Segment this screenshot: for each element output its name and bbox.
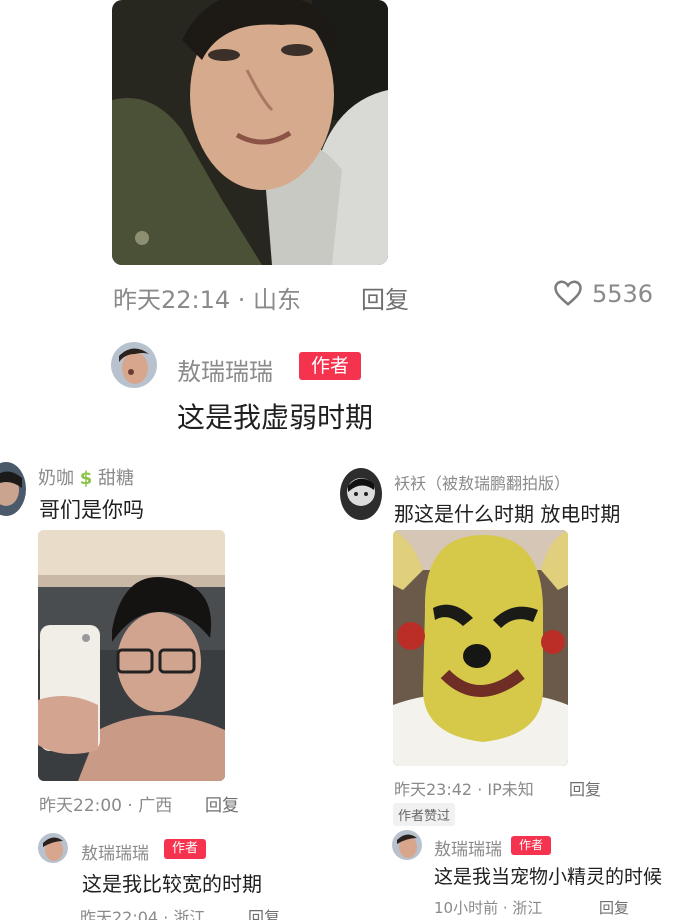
- dollar-badge-icon: $: [79, 468, 93, 489]
- heart-icon: [554, 280, 582, 306]
- author-reply-text: 这是我虚弱时期: [177, 401, 374, 434]
- avatar[interactable]: [392, 830, 422, 860]
- avatar-image: [340, 468, 382, 520]
- comment-photo-mirror-selfie[interactable]: [38, 530, 225, 781]
- avatar[interactable]: [340, 468, 382, 520]
- avatar-image: [111, 342, 157, 388]
- author-name[interactable]: 敖瑞瑞瑞: [434, 835, 502, 860]
- author-name[interactable]: 敖瑞瑞瑞: [81, 839, 149, 864]
- author-reply-text: 这是我比较宽的时期: [82, 872, 262, 896]
- reply-button[interactable]: 回复: [569, 776, 601, 800]
- reply-button[interactable]: 回复: [599, 897, 629, 918]
- avatar[interactable]: [0, 462, 26, 516]
- avatar-image: [38, 833, 68, 863]
- mirror-selfie-illustration: [38, 530, 225, 781]
- author-reply-meta: 10小时前 · 浙江: [434, 899, 543, 917]
- author-tag: 作者: [299, 352, 361, 380]
- avatar-image: [0, 462, 26, 516]
- comment-text: 哥们是你吗: [39, 498, 144, 522]
- comment-meta: 昨天23:42 · IP未知: [394, 780, 534, 799]
- commenter-name[interactable]: 奶咖 $ 甜糖: [38, 464, 134, 490]
- comment-meta: 昨天22:00 · 广西: [39, 796, 173, 816]
- reply-button[interactable]: 回复: [205, 791, 239, 816]
- post-photo-face[interactable]: [112, 0, 388, 265]
- comment-photo-knit-mask[interactable]: [393, 530, 568, 766]
- author-name[interactable]: 敖瑞瑞瑞: [177, 352, 273, 387]
- commenter-name[interactable]: 袄袄（被敖瑞鹏翻拍版）: [394, 470, 570, 494]
- like-count: 5536: [592, 280, 654, 308]
- comment-text: 那这是什么时期 放电时期: [394, 502, 621, 526]
- photo-face-illustration: [112, 0, 388, 265]
- avatar[interactable]: [111, 342, 157, 388]
- author-reply-text: 这是我当宠物小精灵的时候: [434, 866, 663, 888]
- author-tag: 作者: [511, 836, 551, 855]
- author-reply-meta: 昨天22:04 · 浙江: [80, 908, 206, 920]
- like-button[interactable]: 5536: [553, 279, 653, 309]
- commenter-name-text: 奶咖: [38, 468, 74, 489]
- commenter-name-suffix: 甜糖: [98, 468, 134, 489]
- knit-mask-illustration: [393, 530, 568, 766]
- comment-meta: 昨天22:14 · 山东: [113, 286, 302, 314]
- author-tag: 作者: [164, 839, 206, 859]
- reply-button[interactable]: 回复: [248, 904, 280, 920]
- avatar[interactable]: [38, 833, 68, 863]
- avatar-image: [392, 830, 422, 860]
- reply-button[interactable]: 回复: [361, 280, 409, 315]
- author-liked-badge: 作者赞过: [393, 803, 456, 826]
